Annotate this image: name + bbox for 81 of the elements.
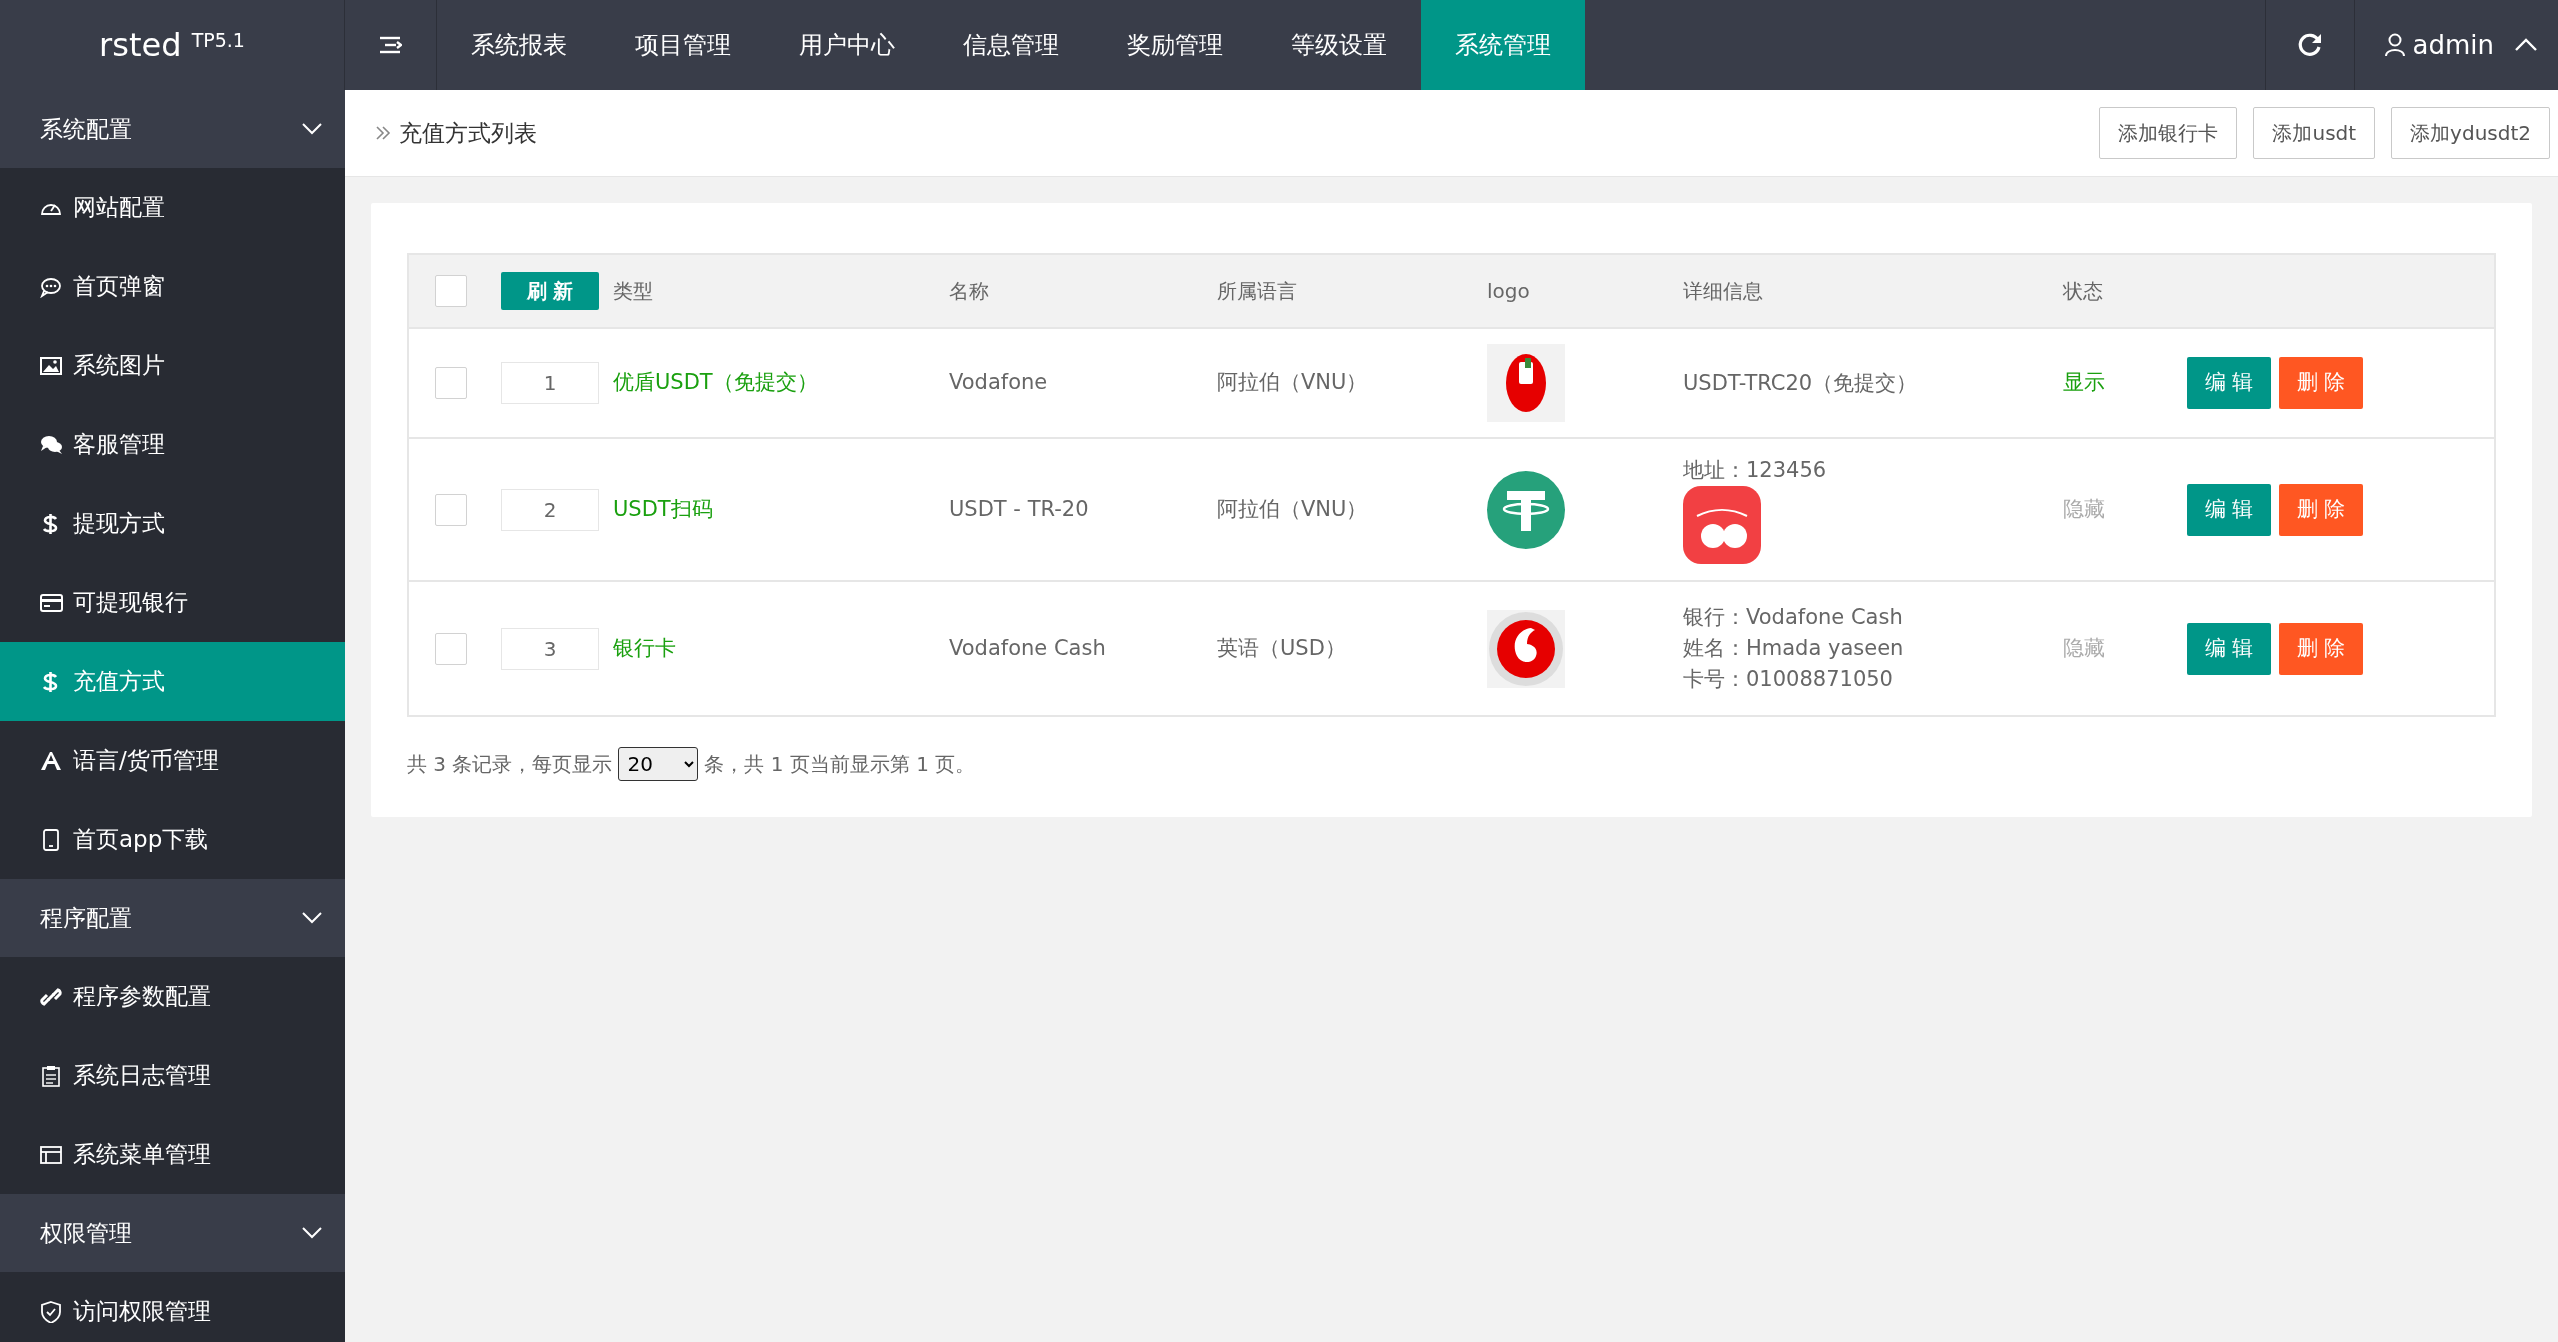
checkbox[interactable] [435, 493, 467, 526]
pager-text: 条，共 1 页当前显示第 1 页。 [704, 751, 976, 778]
sidebar-item[interactable]: 充值方式 [0, 642, 345, 721]
edit-button[interactable]: 编 辑 [2187, 357, 2271, 409]
add-button[interactable]: 添加银行卡 [2099, 107, 2238, 159]
chevron-icon [301, 122, 323, 136]
sidebar-item[interactable]: 系统菜单管理 [0, 1115, 345, 1194]
detail-text: 地址：123456 [1683, 457, 1828, 484]
menu-icon [379, 36, 402, 54]
column-header: 类型 [613, 279, 653, 303]
brand-name: rsted $^{TP5.1}$ [99, 25, 245, 66]
sidebar-item[interactable]: 网站配置 [0, 168, 345, 247]
user-menu[interactable]: admin [2354, 0, 2558, 90]
sidebar-item[interactable]: 首页app下载 [0, 800, 345, 879]
status-text: 隐藏 [2063, 496, 2105, 521]
sidebar-section[interactable]: 系统配置 [0, 90, 345, 168]
detail-text: 银行：Vodafone Cash [1683, 604, 1904, 631]
sidebar-item[interactable]: 系统日志管理 [0, 1036, 345, 1115]
caret-icon [2514, 38, 2538, 52]
add-button[interactable]: 添加ydusdt2 [2391, 107, 2550, 159]
nav-tab[interactable]: 项目管理 [601, 0, 765, 90]
chat-icon [40, 433, 63, 456]
column-header: 名称 [949, 279, 989, 303]
detail-text: USDT-TRC20（免提交） [1683, 369, 1919, 397]
nav-tab[interactable]: 奖励管理 [1093, 0, 1257, 90]
nav-tab[interactable]: 等级设置 [1257, 0, 1421, 90]
link-icon [40, 985, 63, 1008]
checkbox[interactable] [435, 275, 467, 307]
chevron-icon [301, 911, 323, 925]
detail-text: 卡号：01008871050 [1683, 666, 1894, 693]
image-icon [40, 354, 63, 377]
name-text: USDT - TR-20 [949, 496, 1089, 521]
chevron-icon [301, 1226, 323, 1240]
column-header: 详细信息 [1683, 279, 1763, 303]
sidebar-item[interactable]: 提现方式 [0, 484, 345, 563]
language-text: 阿拉伯（VNU） [1217, 370, 1368, 395]
sidebar-item[interactable]: 系统图片 [0, 326, 345, 405]
sidebar-item[interactable]: 程序参数配置 [0, 957, 345, 1036]
column-header: 所属语言 [1217, 279, 1297, 303]
status-text: 隐藏 [2063, 635, 2105, 660]
window-icon [40, 1143, 63, 1166]
sort-field[interactable]: 1 [501, 362, 599, 404]
name-text: Vodafone Cash [949, 635, 1106, 660]
nav-tab[interactable]: 系统管理 [1421, 0, 1585, 90]
page-size-select[interactable]: 20 [618, 747, 699, 781]
name-text: Vodafone [949, 370, 1048, 395]
language-text: 英语（USD） [1217, 635, 1346, 660]
font-icon [40, 749, 63, 772]
nav-tab[interactable]: 用户中心 [765, 0, 929, 90]
sidebar-section[interactable]: 程序配置 [0, 879, 345, 957]
sort-field[interactable]: 2 [501, 488, 599, 531]
app-icon [1683, 486, 1761, 564]
checkbox[interactable] [435, 367, 467, 399]
chat-icon [40, 275, 63, 298]
sidebar-section[interactable]: 权限管理 [0, 1194, 345, 1272]
status-text: 显示 [2063, 370, 2105, 395]
language-text: 阿拉伯（VNU） [1217, 496, 1368, 521]
sidebar-item[interactable]: 语言/货币管理 [0, 721, 345, 800]
nav-tab[interactable]: 系统报表 [437, 0, 601, 90]
sort-field[interactable]: 3 [501, 627, 599, 670]
refresh-button[interactable]: 刷 新 [501, 272, 599, 310]
sidebar-item[interactable]: 访问权限管理 [0, 1272, 345, 1342]
nav-tab[interactable]: 信息管理 [929, 0, 1093, 90]
card-icon [40, 591, 63, 614]
breadcrumb-text: 充值方式列表 [399, 118, 537, 148]
add-button[interactable]: 添加usdt [2253, 107, 2376, 159]
sidebar-item[interactable]: 首页弹窗 [0, 247, 345, 326]
detail-text: 姓名：Hmada yaseen [1683, 635, 1905, 662]
checkbox[interactable] [435, 632, 467, 665]
shield-icon [40, 1300, 63, 1323]
column-header: 状态 [2063, 279, 2103, 303]
refresh-icon [2296, 32, 2323, 58]
sidebar-item[interactable]: 可提现银行 [0, 563, 345, 642]
chevron-icon [375, 125, 391, 141]
pager-text: 共 3 条记录，每页显示 [407, 751, 613, 778]
user-icon [2384, 33, 2405, 57]
edit-button[interactable]: 编 辑 [2187, 483, 2271, 536]
column-header: logo [1487, 279, 1530, 303]
sidebar-item[interactable]: 客服管理 [0, 405, 345, 484]
clipboard-icon [40, 1064, 63, 1087]
edit-button[interactable]: 编 辑 [2187, 622, 2271, 675]
